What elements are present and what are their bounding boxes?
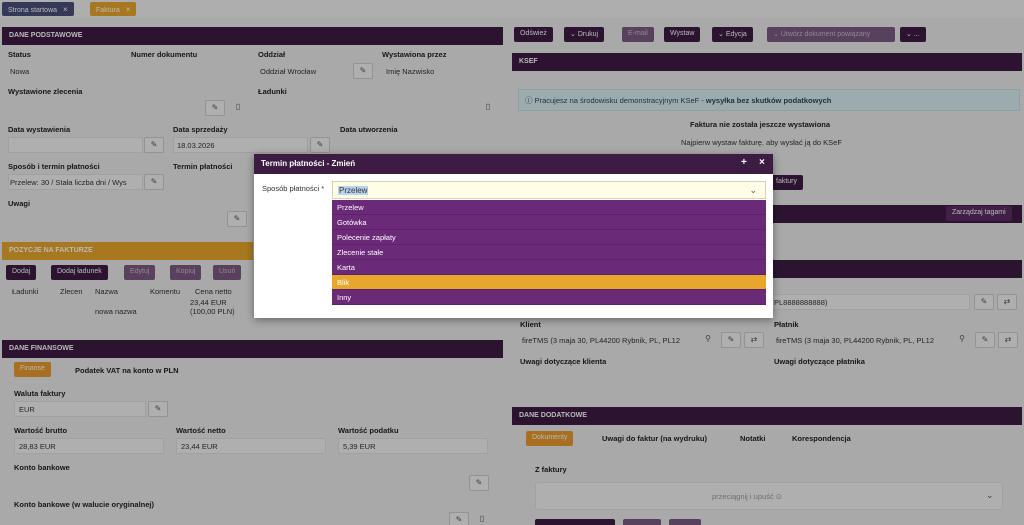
modal-title: Termin płatności - Zmień xyxy=(261,159,356,168)
option-karta[interactable]: Karta xyxy=(332,260,766,275)
option-inny[interactable]: Inny xyxy=(332,290,766,305)
option-polecenie-zaplaty[interactable]: Polecenie zapłaty xyxy=(332,230,766,245)
option-zlecenie-stale[interactable]: Zlecenie stałe xyxy=(332,245,766,260)
option-blik[interactable]: Blik xyxy=(332,275,766,290)
option-przelew[interactable]: Przelew xyxy=(332,200,766,215)
chevron-down-icon[interactable]: ⌄ xyxy=(749,185,757,196)
payment-method-field-label: Sposób płatności * xyxy=(262,184,325,193)
payment-method-select[interactable]: Przelew ⌄ xyxy=(332,181,766,199)
modal-header: Termin płatności - Zmień + × xyxy=(254,154,773,174)
plus-icon[interactable]: + xyxy=(741,157,747,168)
option-gotowka[interactable]: Gotówka xyxy=(332,215,766,230)
payment-method-selected: Przelew xyxy=(338,186,369,195)
close-icon[interactable]: × xyxy=(759,157,765,168)
payment-method-options: Przelew Gotówka Polecenie zapłaty Zlecen… xyxy=(332,200,766,305)
payment-term-modal: Termin płatności - Zmień + × Sposób płat… xyxy=(254,154,773,318)
